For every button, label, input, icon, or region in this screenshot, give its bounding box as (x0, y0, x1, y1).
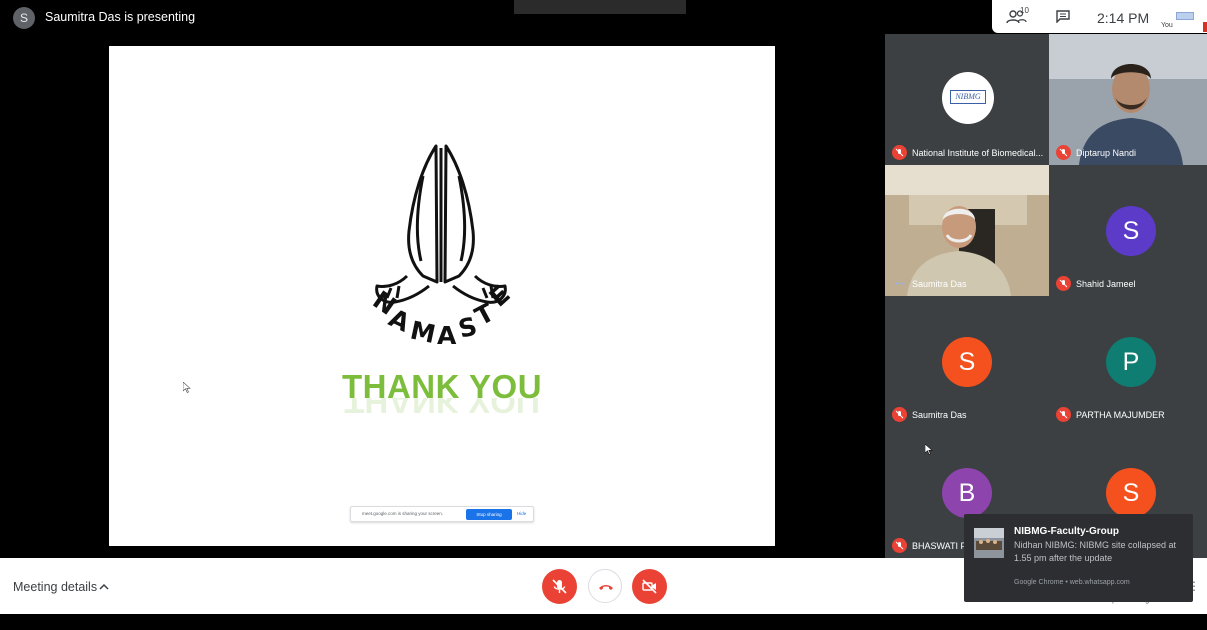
participant-tile[interactable]: S Shahid Jameel (1049, 165, 1207, 296)
notification-title: NIBMG-Faculty-Group (1014, 526, 1119, 537)
participant-tile[interactable]: Saumitra Das (885, 165, 1049, 296)
participant-avatar: P (1106, 337, 1156, 387)
taskbar-strip (0, 614, 1207, 630)
leave-call-button[interactable] (588, 569, 622, 603)
mic-off-icon (552, 579, 567, 594)
logo-text: NIBMG (950, 90, 986, 104)
hide-button[interactable]: Hide (517, 511, 526, 516)
muted-mic-icon (1056, 145, 1071, 160)
chevron-up-icon[interactable] (99, 582, 109, 592)
camera-toggle-button[interactable] (632, 569, 667, 604)
speaking-indicator-icon (892, 276, 907, 291)
mouse-cursor-icon (925, 444, 933, 455)
stop-sharing-button[interactable]: Stop sharing (466, 509, 512, 520)
nibmg-logo: NIBMG (942, 72, 994, 124)
muted-mic-icon (892, 538, 907, 553)
svg-text:A: A (437, 321, 457, 350)
participant-avatar: S (942, 337, 992, 387)
participant-tile[interactable]: NIBMG National Institute of Biomedical..… (885, 34, 1049, 165)
hang-up-icon (599, 585, 613, 590)
thank-you-reflection: THANK YOU (344, 398, 540, 420)
participant-tile[interactable]: P PARTHA MAJUMDER (1049, 296, 1207, 427)
top-bar: S Saumitra Das is presenting 10 2:14 PM … (0, 0, 1207, 34)
participant-tile[interactable]: S Saumitra Das (885, 296, 1049, 427)
participant-avatar: B (942, 468, 992, 518)
screen-share-bar: meet.google.com is sharing your screen. … (350, 506, 534, 522)
participant-name: PARTHA MAJUMDER (1076, 410, 1165, 420)
group-thumbnail (974, 528, 1004, 558)
notification-source: Google Chrome • web.whatsapp.com (1014, 579, 1130, 586)
muted-mic-icon (892, 145, 907, 160)
chat-icon[interactable] (1056, 10, 1070, 23)
mic-toggle-button[interactable] (542, 569, 577, 604)
top-right-panel: 10 2:14 PM You (992, 0, 1207, 33)
participant-name: Shahid Jameel (1076, 279, 1136, 289)
muted-mic-icon (1056, 407, 1071, 422)
namaste-hands-illustration: N A M A S T E (368, 144, 516, 350)
participant-name: Saumitra Das (912, 279, 967, 289)
screen-share-text: meet.google.com is sharing your screen. (362, 511, 444, 516)
participant-video (885, 165, 1049, 296)
participant-video (1049, 34, 1207, 165)
muted-mic-icon (892, 407, 907, 422)
self-view-label: You (1161, 22, 1173, 29)
self-view-thumbnail[interactable] (1176, 12, 1194, 20)
presenter-status-text: Saumitra Das is presenting (45, 10, 196, 24)
muted-mic-icon (1056, 276, 1071, 291)
meeting-details-button[interactable]: Meeting details (13, 580, 97, 594)
participant-grid: NIBMG National Institute of Biomedical..… (885, 34, 1207, 558)
camera-off-icon (642, 579, 657, 594)
presenting-notice (514, 0, 686, 14)
participant-tile[interactable]: Diptarup Nandi (1049, 34, 1207, 165)
namaste-word: N A M A S T E (368, 279, 516, 350)
participant-name: Saumitra Das (912, 410, 967, 420)
meet-window: S Saumitra Das is presenting 10 2:14 PM … (0, 0, 1207, 630)
participant-avatar: S (1106, 206, 1156, 256)
participant-avatar: S (1106, 468, 1156, 518)
presenter-avatar: S (13, 7, 35, 29)
clock-time: 2:14 PM (1097, 10, 1150, 26)
chrome-notification[interactable]: NIBMG-Faculty-Group Nidhan NIBMG: NIBMG … (964, 514, 1193, 602)
mouse-cursor-icon (183, 382, 191, 393)
notification-body: Nidhan NIBMG: NIBMG site collapsed at 1.… (1014, 540, 1177, 563)
participant-name: National Institute of Biomedical... (912, 148, 1044, 158)
svg-text:M: M (408, 316, 438, 350)
presented-slide: N A M A S T E THANK YOU THANK YOU meet.g… (109, 46, 775, 546)
recording-indicator (1203, 22, 1207, 32)
participant-name: Diptarup Nandi (1076, 148, 1137, 158)
participant-count: 10 (1020, 6, 1029, 15)
